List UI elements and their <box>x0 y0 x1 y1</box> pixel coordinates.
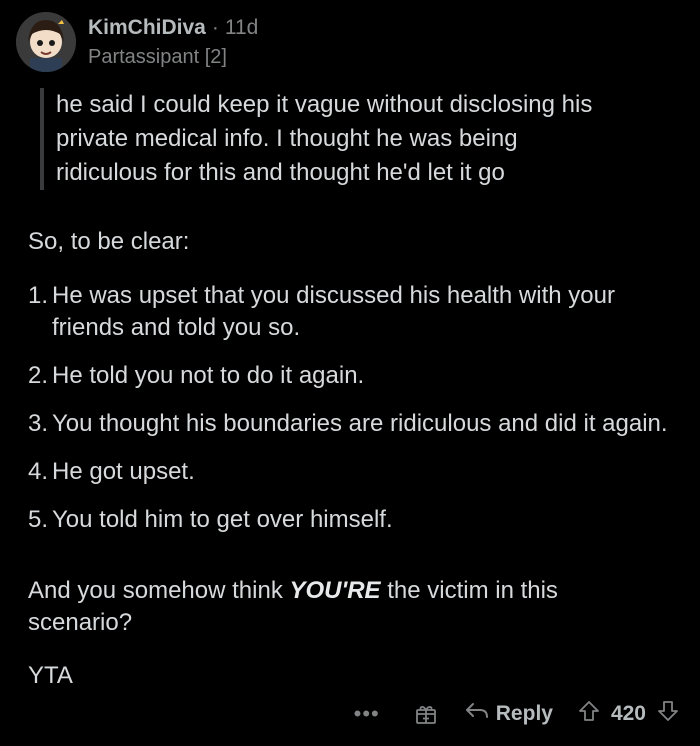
upvote-button[interactable] <box>577 699 601 729</box>
comment-age: 11d <box>224 15 259 39</box>
comment-actions: ••• Reply 420 <box>354 696 680 732</box>
verdict-text: YTA <box>28 662 73 689</box>
list-text: You told him to get over himself. <box>52 506 393 533</box>
comment-conclusion: And you somehow think YOU'RE the victim … <box>28 575 648 639</box>
downvote-arrow-icon <box>656 699 680 729</box>
list-item: 2. He told you not to do it again. <box>28 360 678 392</box>
conclusion-emphasis: YOU'RE <box>289 577 381 604</box>
comment-intro: So, to be clear: <box>28 228 190 255</box>
list-text: He was upset that you discussed his heal… <box>52 282 615 341</box>
reply-label: Reply <box>495 702 553 725</box>
points-list: 1. He was upset that you discussed his he… <box>28 280 678 552</box>
list-text: You thought his boundaries are ridiculou… <box>52 410 668 437</box>
list-number: 4. <box>28 458 49 485</box>
meta-separator: · <box>211 15 219 39</box>
user-flair: Partassipant [2] <box>88 45 227 68</box>
list-item: 3. You thought his boundaries are ridicul… <box>28 408 678 440</box>
upvote-arrow-icon <box>577 699 601 729</box>
list-item: 1. He was upset that you discussed his he… <box>28 280 678 344</box>
username-link[interactable]: KimChiDiva <box>88 16 206 40</box>
list-number: 5. <box>28 506 49 533</box>
list-number: 2. <box>28 362 49 389</box>
list-number: 3. <box>28 410 49 437</box>
user-avatar[interactable] <box>16 12 76 72</box>
quoted-text: he said I could keep it vague without di… <box>40 88 676 190</box>
list-item: 4. He got upset. <box>28 456 678 488</box>
list-item: 5. You told him to get over himself. <box>28 504 678 536</box>
list-text: He got upset. <box>52 458 195 485</box>
conclusion-pre: And you somehow think <box>28 577 290 604</box>
ellipsis-icon[interactable]: ••• <box>354 701 380 727</box>
downvote-button[interactable] <box>656 699 680 729</box>
gift-icon[interactable] <box>414 702 438 726</box>
comment-header: KimChiDiva · 11d Partassipant [2] <box>16 12 258 72</box>
list-number: 1. <box>28 282 49 309</box>
vote-count: 420 <box>610 702 646 725</box>
list-text: He told you not to do it again. <box>52 362 365 389</box>
reply-arrow-icon <box>464 701 490 727</box>
reply-button[interactable]: Reply <box>464 701 553 727</box>
